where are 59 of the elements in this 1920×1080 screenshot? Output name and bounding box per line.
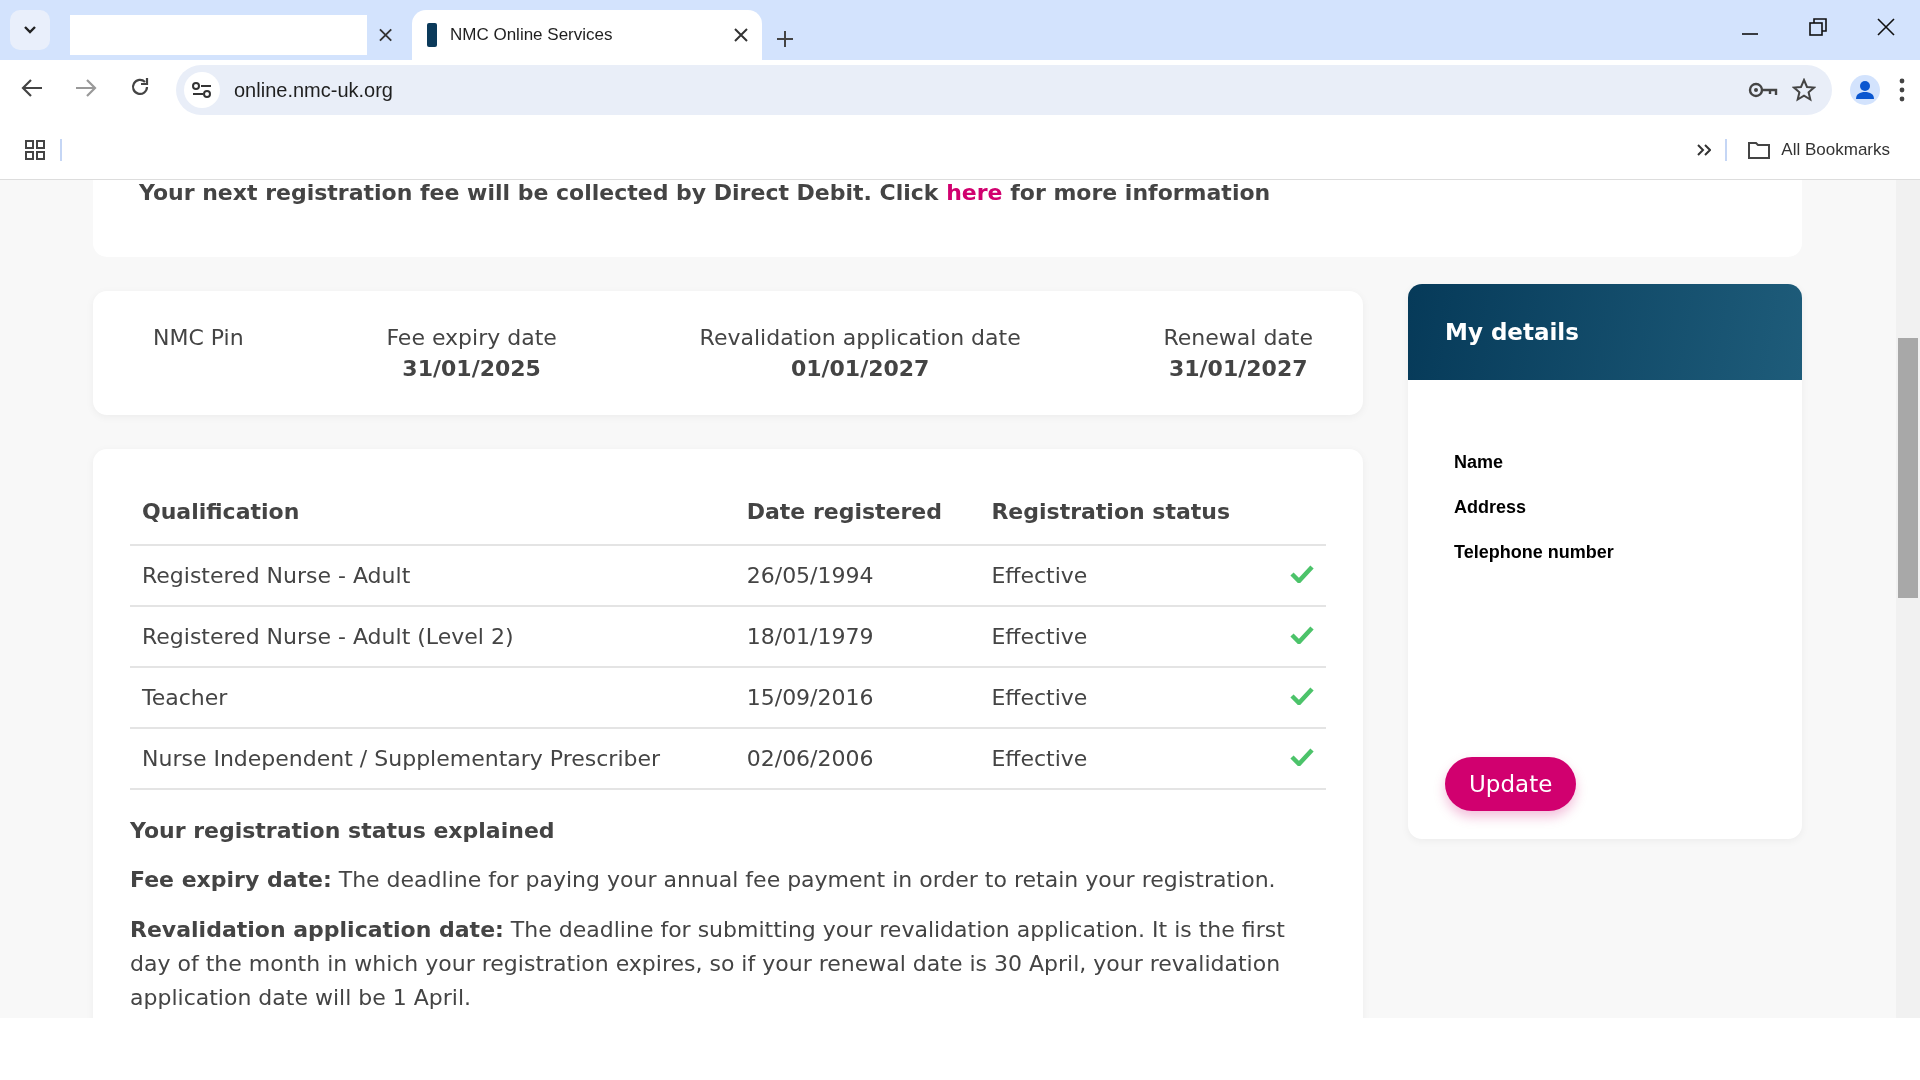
explanation-paragraph: Revalidation application date: The deadline for submitting your revalidation application. It is the first day of the month in which your registration expires, so if your renewal date is 30 April, your revalidation application date will be 1 April. [130, 916, 1286, 1012]
checkmark-icon [1290, 687, 1314, 705]
table-cell: Effective [979, 667, 1273, 728]
table-cell: Registered Nurse - Adult [130, 545, 735, 606]
summary-label: Fee expiry date [386, 325, 557, 350]
back-arrow-icon[interactable] [21, 78, 43, 98]
forward-arrow-icon[interactable] [75, 78, 97, 98]
chevron-down-icon [23, 25, 37, 35]
more-bookmarks-icon[interactable] [1697, 143, 1712, 156]
table-cell: Effective [979, 545, 1273, 606]
all-bookmarks-button[interactable]: All Bookmarks [1741, 138, 1896, 161]
checkmark-icon [1290, 565, 1314, 583]
my-details-title: My details [1408, 284, 1802, 380]
direct-debit-notice: Your next registration fee will be collected by Direct Debit. Click here for more information [93, 180, 1802, 257]
close-icon[interactable] [378, 28, 392, 42]
summary-value: 31/01/2027 [1168, 356, 1308, 381]
checkmark-icon [1290, 626, 1314, 644]
star-icon[interactable] [1792, 78, 1816, 102]
profile-avatar-icon[interactable] [1850, 75, 1880, 105]
scrollbar[interactable] [1896, 180, 1920, 1018]
summary-label: Revalidation application date [699, 325, 1021, 350]
table-cell: 18/01/1979 [734, 606, 980, 667]
folder-icon [1747, 139, 1772, 160]
table-cell: Nurse Independent / Supplementary Prescriber [130, 728, 735, 789]
tab-title: NMC Online Services [450, 25, 613, 45]
table-cell: Effective [979, 606, 1273, 667]
site-settings-icon[interactable] [191, 80, 213, 100]
menu-icon[interactable] [1898, 78, 1906, 102]
update-button[interactable]: Update [1445, 757, 1577, 811]
column-header: Date registered [734, 479, 980, 545]
url-text: online.nmc-uk.org [234, 78, 394, 102]
restore-icon[interactable] [1809, 17, 1827, 36]
table-cell: Teacher [130, 667, 735, 728]
summary-value: 31/01/2025 [402, 356, 541, 381]
detail-label: Telephone number [1454, 542, 1615, 563]
column-header: Registration status [979, 479, 1273, 545]
here-link[interactable]: here [946, 180, 1003, 205]
table-cell: Effective [979, 728, 1273, 789]
checkmark-icon [1290, 748, 1314, 766]
apps-grid-icon[interactable] [24, 138, 46, 161]
browser-tab[interactable]: NMC Online Services [412, 10, 762, 60]
summary-label: Renewal date [1163, 325, 1313, 350]
table-cell: Registered Nurse - Adult (Level 2) [130, 606, 735, 667]
minimize-icon[interactable] [1741, 31, 1759, 36]
address-bar[interactable]: online.nmc-uk.org [176, 65, 1832, 115]
table-cell: 02/06/2006 [734, 728, 980, 789]
column-header: Qualification [130, 479, 735, 545]
close-icon[interactable] [734, 28, 748, 42]
key-icon[interactable] [1748, 81, 1778, 99]
reload-icon[interactable] [129, 76, 151, 98]
explanation-paragraph: Fee expiry date: The deadline for paying your annual fee payment in order to retain your registration. [130, 866, 1277, 894]
section-heading: Your registration status explained [130, 818, 556, 843]
detail-label: Address [1454, 497, 1528, 518]
detail-label: Name [1454, 452, 1505, 473]
close-icon[interactable] [1877, 17, 1895, 36]
summary-label: NMC Pin [153, 325, 244, 350]
table-cell: 15/09/2016 [734, 667, 980, 728]
summary-value: 01/01/2027 [790, 356, 930, 381]
table-cell: 26/05/1994 [734, 545, 980, 606]
